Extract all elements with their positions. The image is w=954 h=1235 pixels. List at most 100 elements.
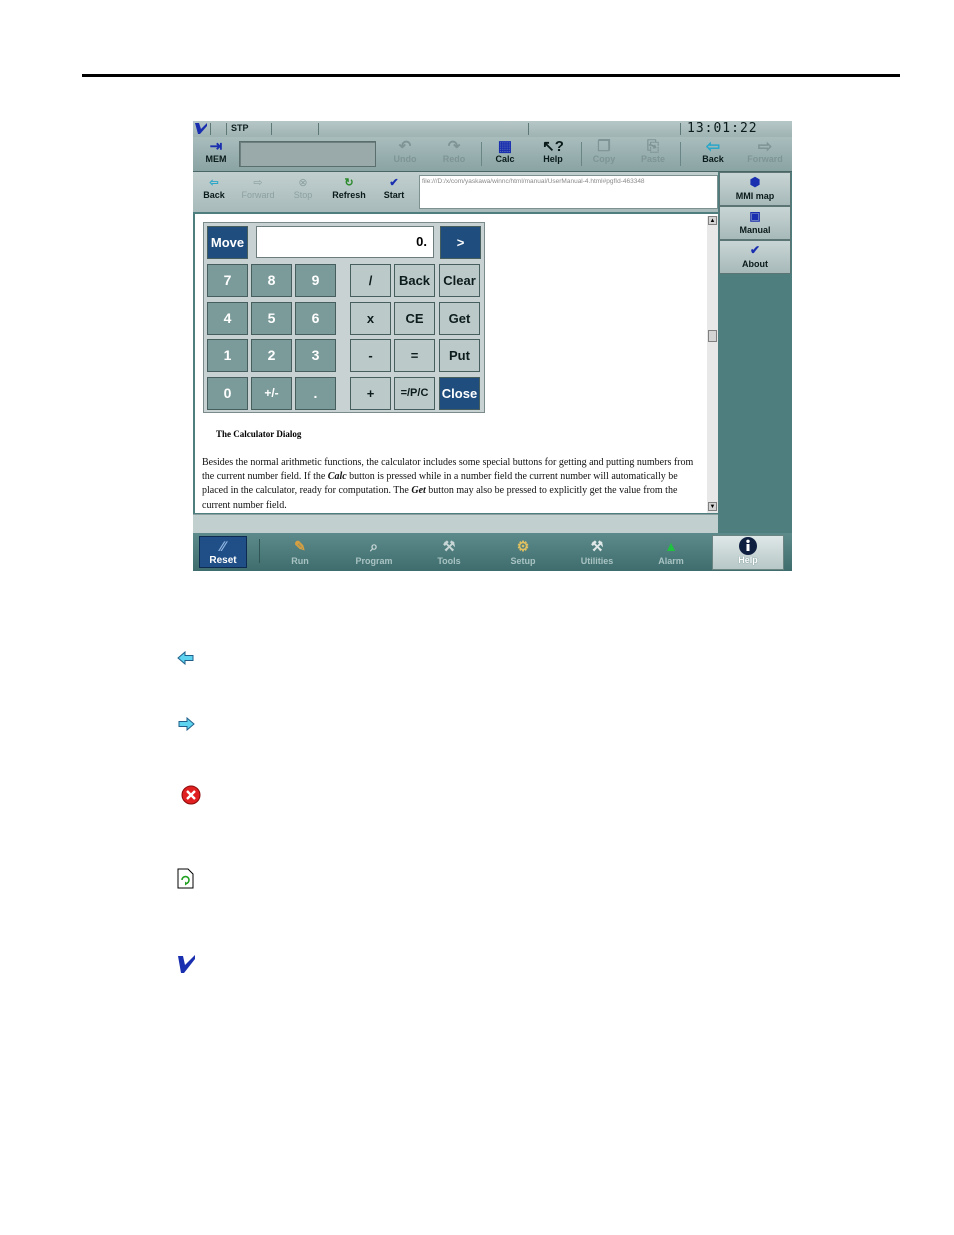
back-arrow-icon: ⇦ xyxy=(209,177,219,189)
nav-forward-button[interactable]: ⇨ Forward xyxy=(235,176,281,200)
calc-key-7[interactable]: 7 xyxy=(207,264,248,297)
scroll-up-arrow-icon[interactable]: ▲ xyxy=(708,216,717,225)
calc-key-put[interactable]: Put xyxy=(439,339,480,372)
figure-caption: The Calculator Dialog xyxy=(216,429,302,439)
sidebar-about[interactable]: ✔ About xyxy=(719,240,791,274)
copy-button[interactable]: ❐ Copy xyxy=(587,137,621,171)
calc-key-get[interactable]: Get xyxy=(439,302,480,335)
status-separator xyxy=(271,123,272,135)
status-separator xyxy=(226,123,227,135)
taskbar-setup[interactable]: ⚙ Setup xyxy=(493,536,553,566)
reset-icon: ∕∕ xyxy=(220,538,226,554)
status-separator xyxy=(680,123,681,135)
calc-go-button[interactable]: > xyxy=(440,226,481,259)
status-bar: STP 13:01:22 xyxy=(193,121,792,138)
screenshot-window: STP 13:01:22 ⇥ MEM ↶ Undo ↷ Redo ▦ Calc … xyxy=(193,121,792,571)
calc-key-clear[interactable]: Clear xyxy=(439,264,480,297)
run-icon: ✎ xyxy=(294,538,306,554)
taskbar-run[interactable]: ✎ Run xyxy=(270,536,330,566)
get-term: Get xyxy=(411,485,426,497)
yaskawa-logo-icon xyxy=(195,123,207,134)
help-paragraph: Besides the normal arithmetic functions,… xyxy=(202,457,694,511)
status-separator xyxy=(318,123,319,135)
start-icon: ✔ xyxy=(389,177,399,189)
toolbar-forward-button[interactable]: ⇨ Forward xyxy=(740,137,790,171)
forward-arrow-icon xyxy=(178,717,195,731)
wrench-icon: ⚒ xyxy=(590,538,604,554)
calc-display: 0. xyxy=(256,226,434,258)
mem-field[interactable] xyxy=(239,141,376,167)
setup-icon: ⚙ xyxy=(516,538,530,554)
sidebar-manual[interactable]: ▣ Manual xyxy=(719,206,791,240)
browser-nav-bar: ⇦ Back ⇨ Forward ⊗ Stop ↻ Refresh ✔ Star… xyxy=(193,172,718,212)
nav-refresh-button[interactable]: ↻ Refresh xyxy=(326,176,372,200)
program-icon: ⌕ xyxy=(370,538,378,554)
mmi-map-icon: ⬢ xyxy=(749,175,761,189)
calc-key-decimal[interactable]: . xyxy=(295,377,336,410)
calc-term: Calc xyxy=(327,471,347,483)
about-icon: ✔ xyxy=(749,243,761,257)
calc-key-8[interactable]: 8 xyxy=(251,264,292,297)
forward-arrow-icon: ⇨ xyxy=(253,177,263,189)
url-field[interactable]: file:///D:/x/com/yaskawa/winnc/html/manu… xyxy=(419,175,718,209)
calc-key-1[interactable]: 1 xyxy=(207,339,248,372)
machine-mode: STP xyxy=(231,123,249,133)
sidebar-mmi-map[interactable]: ⬢ MMI map xyxy=(719,172,791,206)
nav-back-button[interactable]: ⇦ Back xyxy=(199,176,229,200)
calc-key-back[interactable]: Back xyxy=(394,264,435,297)
calc-key-close[interactable]: Close xyxy=(439,377,480,410)
redo-button[interactable]: ↷ Redo xyxy=(437,137,471,171)
help-button[interactable]: ↖? Help xyxy=(536,137,570,171)
scroll-down-arrow-icon[interactable]: ▼ xyxy=(708,502,717,511)
status-separator xyxy=(528,123,529,135)
paste-button[interactable]: ⎘ Paste xyxy=(636,137,670,171)
calc-key-equals-pc[interactable]: =/P/C xyxy=(394,377,435,410)
calc-key-9[interactable]: 9 xyxy=(295,264,336,297)
taskbar-tools[interactable]: ⚒ Tools xyxy=(419,536,479,566)
calc-key-subtract[interactable]: - xyxy=(350,339,391,372)
vertical-scrollbar[interactable]: ▲ ▼ xyxy=(707,216,718,513)
calc-key-divide[interactable]: / xyxy=(350,264,391,297)
undo-button[interactable]: ↶ Undo xyxy=(388,137,422,171)
calc-key-0[interactable]: 0 xyxy=(207,377,248,410)
status-separator xyxy=(210,123,211,135)
calc-key-2[interactable]: 2 xyxy=(251,339,292,372)
back-arrow-icon xyxy=(177,651,194,665)
taskbar-help[interactable]: Help xyxy=(712,535,784,570)
calc-move-button[interactable]: Move xyxy=(207,226,248,259)
taskbar-program[interactable]: ⌕ Program xyxy=(344,536,404,566)
scroll-thumb[interactable] xyxy=(708,330,717,342)
alarm-lamp-icon: ▲ xyxy=(664,538,678,554)
stop-icon: ⊗ xyxy=(298,177,308,189)
reset-button[interactable]: ∕∕ Reset xyxy=(199,536,247,568)
calc-key-4[interactable]: 4 xyxy=(207,302,248,335)
calc-key-3[interactable]: 3 xyxy=(295,339,336,372)
page-header-rule xyxy=(82,74,900,77)
taskbar-separator xyxy=(259,539,260,563)
calc-key-ce[interactable]: CE xyxy=(394,302,435,335)
toolbar-separator xyxy=(481,142,482,166)
help-sidebar: ⬢ MMI map ▣ Manual ✔ About xyxy=(718,172,792,532)
toolbar-back-button[interactable]: ⇦ Back xyxy=(693,137,733,171)
calc-key-add[interactable]: + xyxy=(350,377,391,410)
start-icon xyxy=(178,955,195,973)
mem-button[interactable]: ⇥ MEM xyxy=(199,137,233,171)
refresh-icon xyxy=(177,868,194,889)
toolbar-separator xyxy=(680,142,681,166)
calc-key-plus-minus[interactable]: +/- xyxy=(251,377,292,410)
refresh-icon: ↻ xyxy=(344,177,354,189)
main-toolbar: ⇥ MEM ↶ Undo ↷ Redo ▦ Calc ↖? Help ❐ Cop… xyxy=(193,137,792,172)
nav-start-button[interactable]: ✔ Start xyxy=(379,176,409,200)
calc-key-multiply[interactable]: x xyxy=(350,302,391,335)
nav-stop-button[interactable]: ⊗ Stop xyxy=(289,176,317,200)
calc-key-5[interactable]: 5 xyxy=(251,302,292,335)
calc-key-equals[interactable]: = xyxy=(394,339,435,372)
taskbar-utilities[interactable]: ⚒ Utilities xyxy=(567,536,627,566)
tools-icon: ⚒ xyxy=(442,538,456,554)
calc-key-6[interactable]: 6 xyxy=(295,302,336,335)
calc-button[interactable]: ▦ Calc xyxy=(488,137,522,171)
taskbar-alarm[interactable]: ▲ Alarm xyxy=(641,536,701,566)
manual-icon: ▣ xyxy=(749,209,761,223)
toolbar-separator xyxy=(581,142,582,166)
function-taskbar: ∕∕ Reset ✎ Run ⌕ Program ⚒ Tools ⚙ Setup… xyxy=(193,533,792,571)
